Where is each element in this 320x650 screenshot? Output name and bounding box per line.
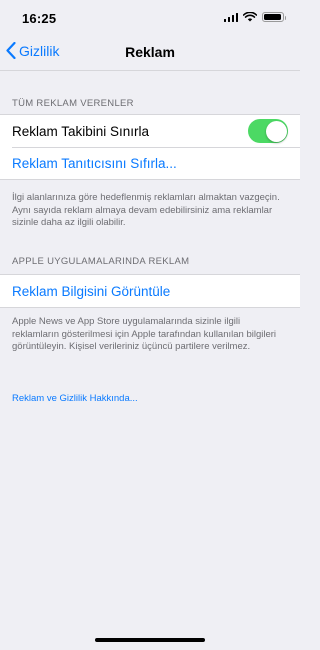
status-icons [223, 12, 286, 22]
status-bar: 16:25 [0, 0, 300, 36]
navigation-bar: Gizlilik Reklam [0, 36, 300, 71]
limit-ad-tracking-label: Reklam Takibini Sınırla [12, 123, 150, 139]
section-header-apple-apps: APPLE UYGULAMALARINDA REKLAM [12, 256, 190, 267]
all-advertisers-group: Reklam Takibini Sınırla Reklam Tanıtıcıs… [0, 114, 300, 180]
limit-ad-tracking-toggle[interactable] [248, 119, 288, 143]
wifi-icon [243, 12, 257, 22]
section-header-all-advertisers: TÜM REKLAM VERENLER [12, 98, 134, 109]
all-advertisers-footer: İlgi alanlarınıza göre hedeflenmiş rekla… [12, 192, 280, 228]
toggle-knob [265, 120, 287, 142]
reset-ad-identifier-button[interactable]: Reklam Tanıtıcısını Sıfırla... [0, 147, 300, 179]
view-ad-info-button[interactable]: Reklam Bilgisini Görüntüle [0, 275, 300, 307]
apple-apps-footer: Apple News ve App Store uygulamalarında … [12, 316, 277, 352]
limit-ad-tracking-row: Reklam Takibini Sınırla [0, 115, 300, 147]
apple-apps-group: Reklam Bilgisini Görüntüle [0, 274, 300, 308]
ads-privacy-about-link[interactable]: Reklam ve Gizlilik Hakkında... [12, 393, 138, 404]
home-indicator [95, 638, 205, 642]
page-title: Reklam [125, 44, 175, 60]
view-ad-info-label: Reklam Bilgisini Görüntüle [12, 283, 171, 299]
cellular-signal-icon [223, 12, 238, 22]
battery-level [264, 14, 282, 20]
status-time: 16:25 [22, 11, 57, 26]
battery-icon [262, 12, 286, 22]
reset-ad-identifier-label: Reklam Tanıtıcısını Sıfırla... [12, 155, 177, 171]
